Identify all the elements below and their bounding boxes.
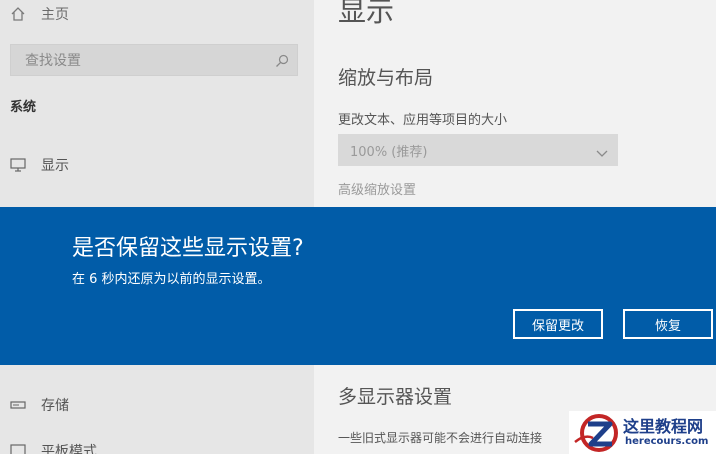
scale-dropdown[interactable]: 100% (推荐) bbox=[338, 134, 618, 166]
sidebar-item-label: 显示 bbox=[41, 158, 69, 174]
watermark-url: herecours.com bbox=[625, 436, 709, 447]
dialog-message: 在 6 秒内还原为以前的显示设置。 bbox=[72, 272, 271, 287]
search-input[interactable] bbox=[23, 45, 277, 77]
dialog-title: 是否保留这些显示设置? bbox=[72, 236, 304, 261]
sidebar-item-tablet[interactable]: 平板模式 bbox=[10, 440, 97, 454]
search-box[interactable] bbox=[10, 44, 298, 77]
sidebar-item-label: 平板模式 bbox=[41, 444, 97, 454]
scale-section-title: 缩放与布局 bbox=[338, 67, 434, 89]
monitor-icon bbox=[10, 156, 28, 174]
keep-settings-dialog: 是否保留这些显示设置? 在 6 秒内还原为以前的显示设置。 保留更改 恢复 bbox=[0, 207, 716, 365]
section-title-system: 系统 bbox=[10, 100, 37, 115]
chevron-down-icon bbox=[596, 144, 608, 157]
revert-button[interactable]: 恢复 bbox=[623, 309, 713, 339]
home-icon bbox=[10, 5, 28, 23]
storage-icon bbox=[10, 396, 28, 414]
home-nav-item[interactable]: 主页 bbox=[10, 4, 69, 24]
watermark-logo-icon bbox=[571, 412, 627, 454]
search-icon[interactable] bbox=[275, 53, 289, 67]
page-title: 显示 bbox=[338, 0, 395, 28]
watermark: 这里教程网 herecours.com bbox=[569, 411, 716, 454]
multi-display-text: 一些旧式显示器可能不会进行自动连接 bbox=[338, 431, 543, 445]
sidebar-item-label: 存储 bbox=[41, 398, 69, 414]
keep-changes-button[interactable]: 保留更改 bbox=[513, 309, 603, 339]
sidebar-item-storage[interactable]: 存储 bbox=[10, 394, 69, 416]
advanced-scaling-link[interactable]: 高级缩放设置 bbox=[338, 179, 416, 198]
scale-value: 100% (推荐) bbox=[350, 144, 428, 160]
scale-label: 更改文本、应用等项目的大小 bbox=[338, 113, 508, 128]
multi-display-title: 多显示器设置 bbox=[338, 386, 453, 408]
watermark-name: 这里教程网 bbox=[623, 417, 704, 436]
home-label: 主页 bbox=[41, 7, 69, 23]
sidebar-item-display[interactable]: 显示 bbox=[10, 154, 69, 176]
settings-window: 主页 系统 显示 bbox=[0, 0, 716, 454]
tablet-icon bbox=[10, 442, 28, 454]
